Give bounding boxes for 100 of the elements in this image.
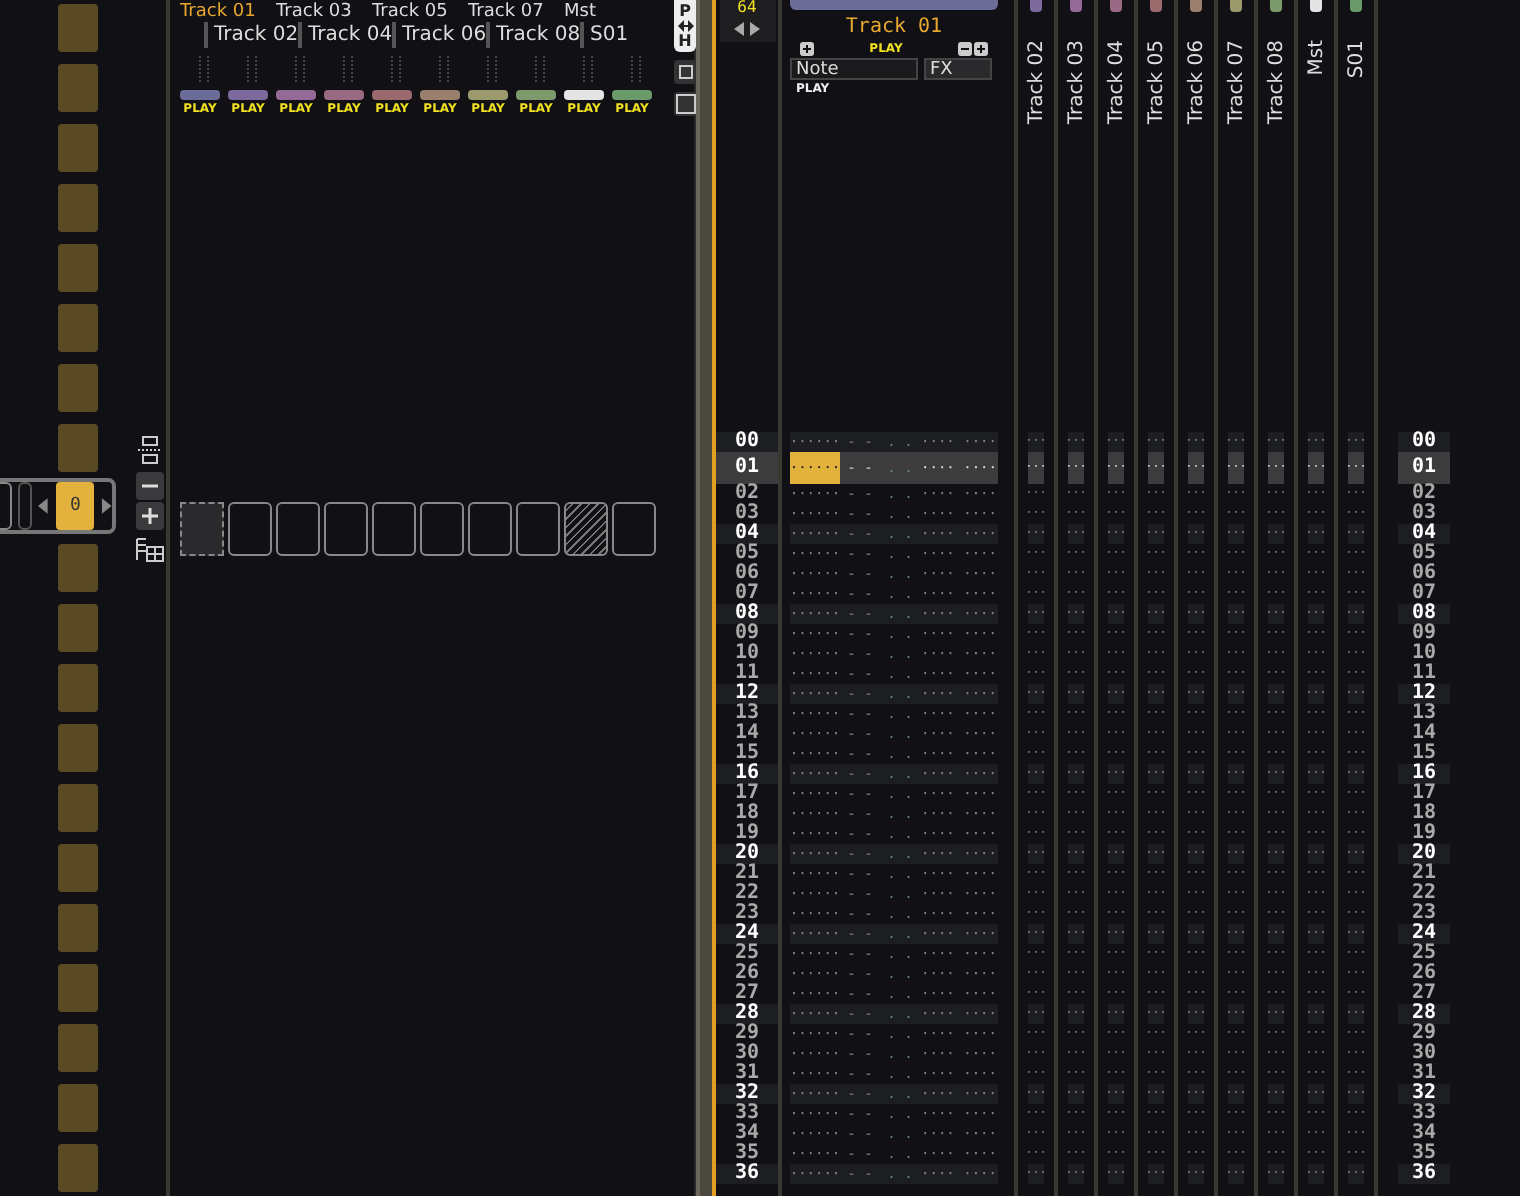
track-name[interactable]: Track 07: [468, 2, 564, 22]
large-button[interactable]: [674, 92, 696, 116]
track-name[interactable]: Track 04: [298, 22, 392, 48]
scrollbar[interactable]: [696, 0, 712, 1196]
line-number: 33: [732, 1104, 762, 1124]
view-toggle[interactable]: P H: [674, 0, 696, 52]
left-arrow-icon: [734, 22, 744, 36]
plus-icon: [142, 508, 158, 524]
small-button[interactable]: [674, 60, 696, 84]
track-name[interactable]: Track 05: [1145, 40, 1167, 125]
level-meter-icon: [438, 56, 450, 82]
line-number: 14: [732, 724, 762, 744]
track-color-bar[interactable]: [516, 90, 556, 100]
slot[interactable]: [324, 502, 368, 556]
line-number: 06: [732, 564, 762, 584]
track-color-bar[interactable]: [468, 90, 508, 100]
track-name[interactable]: Track 06: [1185, 40, 1207, 125]
track-name[interactable]: Track 03: [1065, 40, 1087, 125]
line-number: 02: [1409, 484, 1439, 504]
line-number: 32: [716, 1084, 778, 1104]
line-number: 23: [1409, 904, 1439, 924]
track-color-bar[interactable]: [612, 90, 652, 100]
line-number: 31: [732, 1064, 762, 1084]
line-number: 36: [1398, 1164, 1450, 1184]
instrument-value[interactable]: 0: [56, 482, 95, 530]
slot[interactable]: [564, 502, 608, 556]
track-color-bar[interactable]: [180, 90, 220, 100]
line-number: 23: [732, 904, 762, 924]
line-number: 05: [732, 544, 762, 564]
split-icon: [138, 436, 162, 464]
line-number: 36: [716, 1164, 778, 1184]
track-color-bar[interactable]: [372, 90, 412, 100]
line-number: 30: [1409, 1044, 1439, 1064]
line-number: 15: [1409, 744, 1439, 764]
track-name[interactable]: Mst: [564, 2, 660, 22]
line-number: 00: [716, 432, 778, 452]
track-name[interactable]: Track 05: [372, 2, 468, 22]
track-name[interactable]: Track 01: [180, 2, 276, 22]
slot[interactable]: [180, 502, 224, 556]
track-color-bar[interactable]: [324, 90, 364, 100]
track-color-bar[interactable]: [276, 90, 316, 100]
track-name[interactable]: Track 07: [1225, 40, 1247, 125]
instrument-selector[interactable]: 0: [0, 478, 116, 534]
level-meter-icon: [486, 56, 498, 82]
slot[interactable]: [276, 502, 320, 556]
column-field[interactable]: FX: [924, 58, 992, 80]
track-color-bar[interactable]: [564, 90, 604, 100]
line-number: 18: [1409, 804, 1439, 824]
track-name[interactable]: Track 08: [1265, 40, 1287, 125]
track-name[interactable]: Track 01: [790, 16, 998, 38]
p-label: P: [679, 2, 691, 20]
line-number: 31: [1409, 1064, 1439, 1084]
track-name[interactable]: Track 02: [1025, 40, 1047, 125]
line-number: 12: [1398, 684, 1450, 704]
line-number: 22: [1409, 884, 1439, 904]
line-number: 22: [732, 884, 762, 904]
slot[interactable]: [516, 502, 560, 556]
track-name[interactable]: S01: [1345, 40, 1367, 79]
slot[interactable]: [612, 502, 656, 556]
pattern-length[interactable]: 64: [719, 0, 775, 16]
track-name[interactable]: Track 04: [1105, 40, 1127, 125]
track-name[interactable]: Mst: [1305, 40, 1327, 76]
level-meter-icon: [630, 56, 642, 82]
minus-button[interactable]: [136, 472, 164, 500]
column-field[interactable]: Note: [790, 58, 918, 80]
track-color-bar[interactable]: [420, 90, 460, 100]
track-color-bar[interactable]: [228, 90, 268, 100]
line-number: 14: [1409, 724, 1439, 744]
track-name[interactable]: Track 03: [276, 2, 372, 22]
line-number: 28: [716, 1004, 778, 1024]
plus-icon: [973, 42, 988, 56]
line-number: 13: [1409, 704, 1439, 724]
plus-button[interactable]: [136, 502, 164, 530]
track-name[interactable]: Track 08: [486, 22, 580, 48]
slot[interactable]: [372, 502, 416, 556]
slot[interactable]: [468, 502, 512, 556]
slot[interactable]: [228, 502, 272, 556]
line-number: 29: [732, 1024, 762, 1044]
track-name[interactable]: Track 06: [392, 22, 486, 48]
slot[interactable]: [420, 502, 464, 556]
track-name[interactable]: Track 02: [204, 22, 298, 48]
selector-segment[interactable]: [17, 482, 33, 530]
h-label: H: [678, 32, 692, 50]
line-number: 26: [732, 964, 762, 984]
grid-icon: [136, 538, 164, 562]
track-color-bar[interactable]: [790, 0, 998, 10]
line-number: 33: [1409, 1104, 1439, 1124]
line-number: 07: [732, 584, 762, 604]
line-number: 24: [1398, 924, 1450, 944]
line-number: 16: [1398, 764, 1450, 784]
level-meter-icon: [342, 56, 354, 82]
line-number: 08: [1398, 604, 1450, 624]
arrow-buttons[interactable]: [719, 16, 775, 42]
line-number: 30: [732, 1044, 762, 1064]
line-number: 25: [1409, 944, 1439, 964]
line-number: 06: [1409, 564, 1439, 584]
minus-icon: [957, 42, 972, 56]
line-number: 26: [1409, 964, 1439, 984]
line-number: 29: [1409, 1024, 1439, 1044]
line-number: 11: [1409, 664, 1439, 684]
